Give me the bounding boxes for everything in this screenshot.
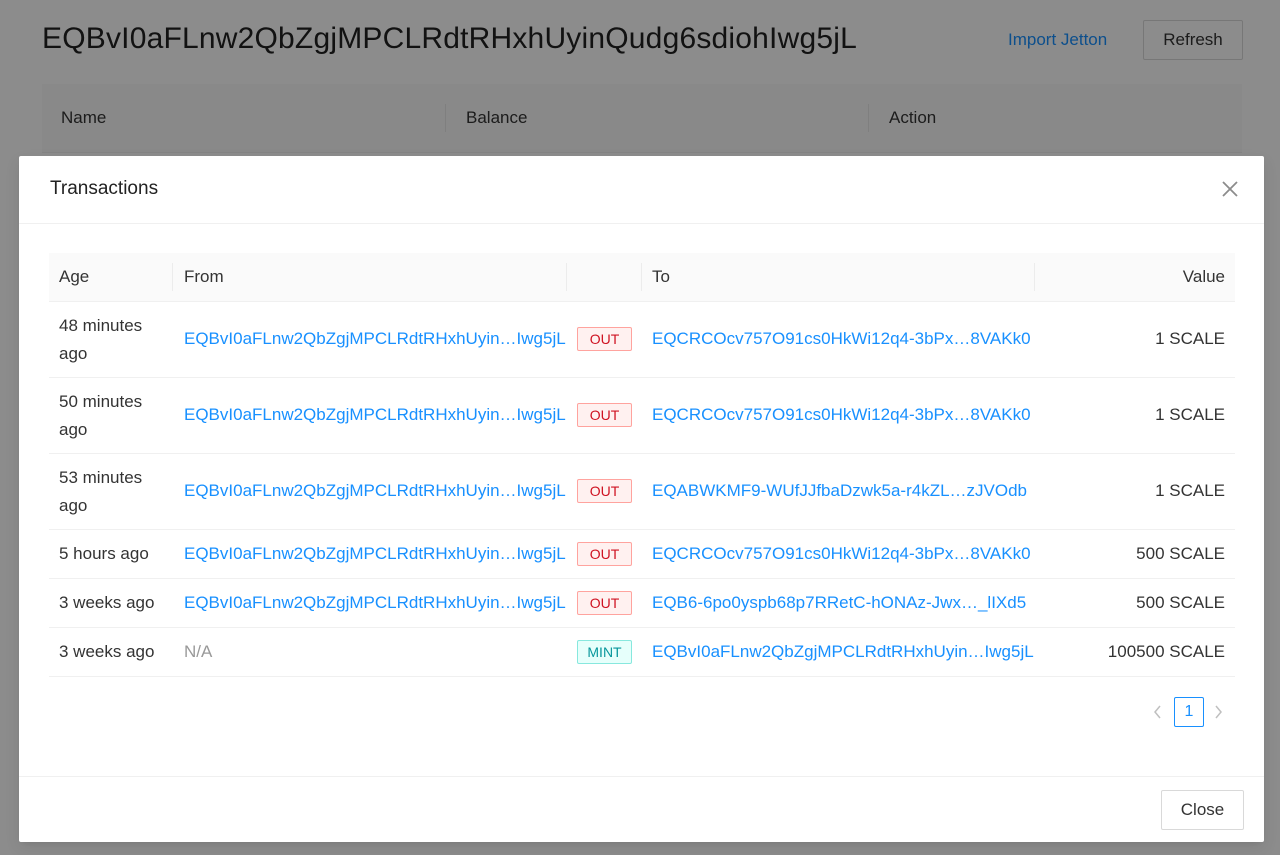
from-address-link[interactable]: EQBvI0aFLnw2QbZgjMPCLRdtRHxhUyin…Iwg5jL [184,405,566,425]
to-address-link[interactable]: EQCRCOcv757O91cs0HkWi12q4-3bPx…8VAKk0 [652,329,1031,349]
from-address-na: N/A [184,642,213,661]
age-cell: 3 weeks ago [59,642,155,661]
direction-tag: OUT [577,327,632,351]
table-row: 48 minutes ago EQBvI0aFLnw2QbZgjMPCLRdtR… [49,302,1235,378]
close-button[interactable]: Close [1161,790,1244,830]
age-cell: 3 weeks ago [59,593,155,612]
value-cell: 1 SCALE [1155,481,1225,500]
modal-title: Transactions [50,178,159,199]
value-column-header: Value [1182,267,1225,286]
age-cell: 5 hours ago [59,544,149,563]
column-divider [641,263,642,291]
transactions-table: Age From To Value 48 minutes ago EQBvI0a… [49,253,1235,677]
from-address-link[interactable]: EQBvI0aFLnw2QbZgjMPCLRdtRHxhUyin…Iwg5jL [184,329,566,349]
age-cell: 48 minutes ago [59,316,143,363]
direction-tag: MINT [577,640,632,664]
from-address-link[interactable]: EQBvI0aFLnw2QbZgjMPCLRdtRHxhUyin…Iwg5jL [184,593,566,613]
to-address-link[interactable]: EQABWKMF9-WUfJJfbaDzwk5a-r4kZL…zJVOdb [652,481,1027,501]
modal-footer: Close [19,776,1264,842]
to-address-link[interactable]: EQCRCOcv757O91cs0HkWi12q4-3bPx…8VAKk0 [652,544,1031,564]
close-icon[interactable] [1217,176,1243,202]
value-cell: 100500 SCALE [1107,642,1225,661]
from-address-link[interactable]: EQBvI0aFLnw2QbZgjMPCLRdtRHxhUyin…Iwg5jL [184,481,566,501]
table-row: 50 minutes ago EQBvI0aFLnw2QbZgjMPCLRdtR… [49,378,1235,454]
direction-tag: OUT [577,542,632,566]
to-address-link[interactable]: EQBvI0aFLnw2QbZgjMPCLRdtRHxhUyin…Iwg5jL [652,642,1034,662]
column-divider [566,263,567,291]
table-row: 3 weeks ago N/A MINT EQBvI0aFLnw2QbZgjMP… [49,628,1235,677]
table-header: Age From To Value [49,253,1235,302]
chevron-left-icon[interactable] [1145,697,1171,727]
direction-tag: OUT [577,403,632,427]
from-column-header: From [184,267,224,286]
transactions-modal: Transactions Age From To Value 48 minute… [19,156,1264,842]
from-address-link[interactable]: EQBvI0aFLnw2QbZgjMPCLRdtRHxhUyin…Iwg5jL [184,544,566,564]
age-column-header: Age [59,267,90,286]
table-row: 53 minutes ago EQBvI0aFLnw2QbZgjMPCLRdtR… [49,454,1235,530]
modal-header: Transactions [19,156,1264,224]
value-cell: 500 SCALE [1136,593,1225,612]
table-row: 3 weeks ago EQBvI0aFLnw2QbZgjMPCLRdtRHxh… [49,579,1235,628]
value-cell: 1 SCALE [1155,329,1225,348]
value-cell: 1 SCALE [1155,405,1225,424]
column-divider [1034,263,1035,291]
column-divider [172,263,173,291]
to-column-header: To [652,267,670,286]
chevron-right-icon[interactable] [1205,697,1231,727]
page-number-button[interactable]: 1 [1174,697,1204,727]
table-row: 5 hours ago EQBvI0aFLnw2QbZgjMPCLRdtRHxh… [49,530,1235,579]
value-cell: 500 SCALE [1136,544,1225,563]
to-address-link[interactable]: EQB6-6po0yspb68p7RRetC-hONAz-Jwx…_lIXd5 [652,593,1026,613]
direction-tag: OUT [577,591,632,615]
age-cell: 50 minutes ago [59,392,143,439]
direction-tag: OUT [577,479,632,503]
age-cell: 53 minutes ago [59,468,143,515]
to-address-link[interactable]: EQCRCOcv757O91cs0HkWi12q4-3bPx…8VAKk0 [652,405,1031,425]
